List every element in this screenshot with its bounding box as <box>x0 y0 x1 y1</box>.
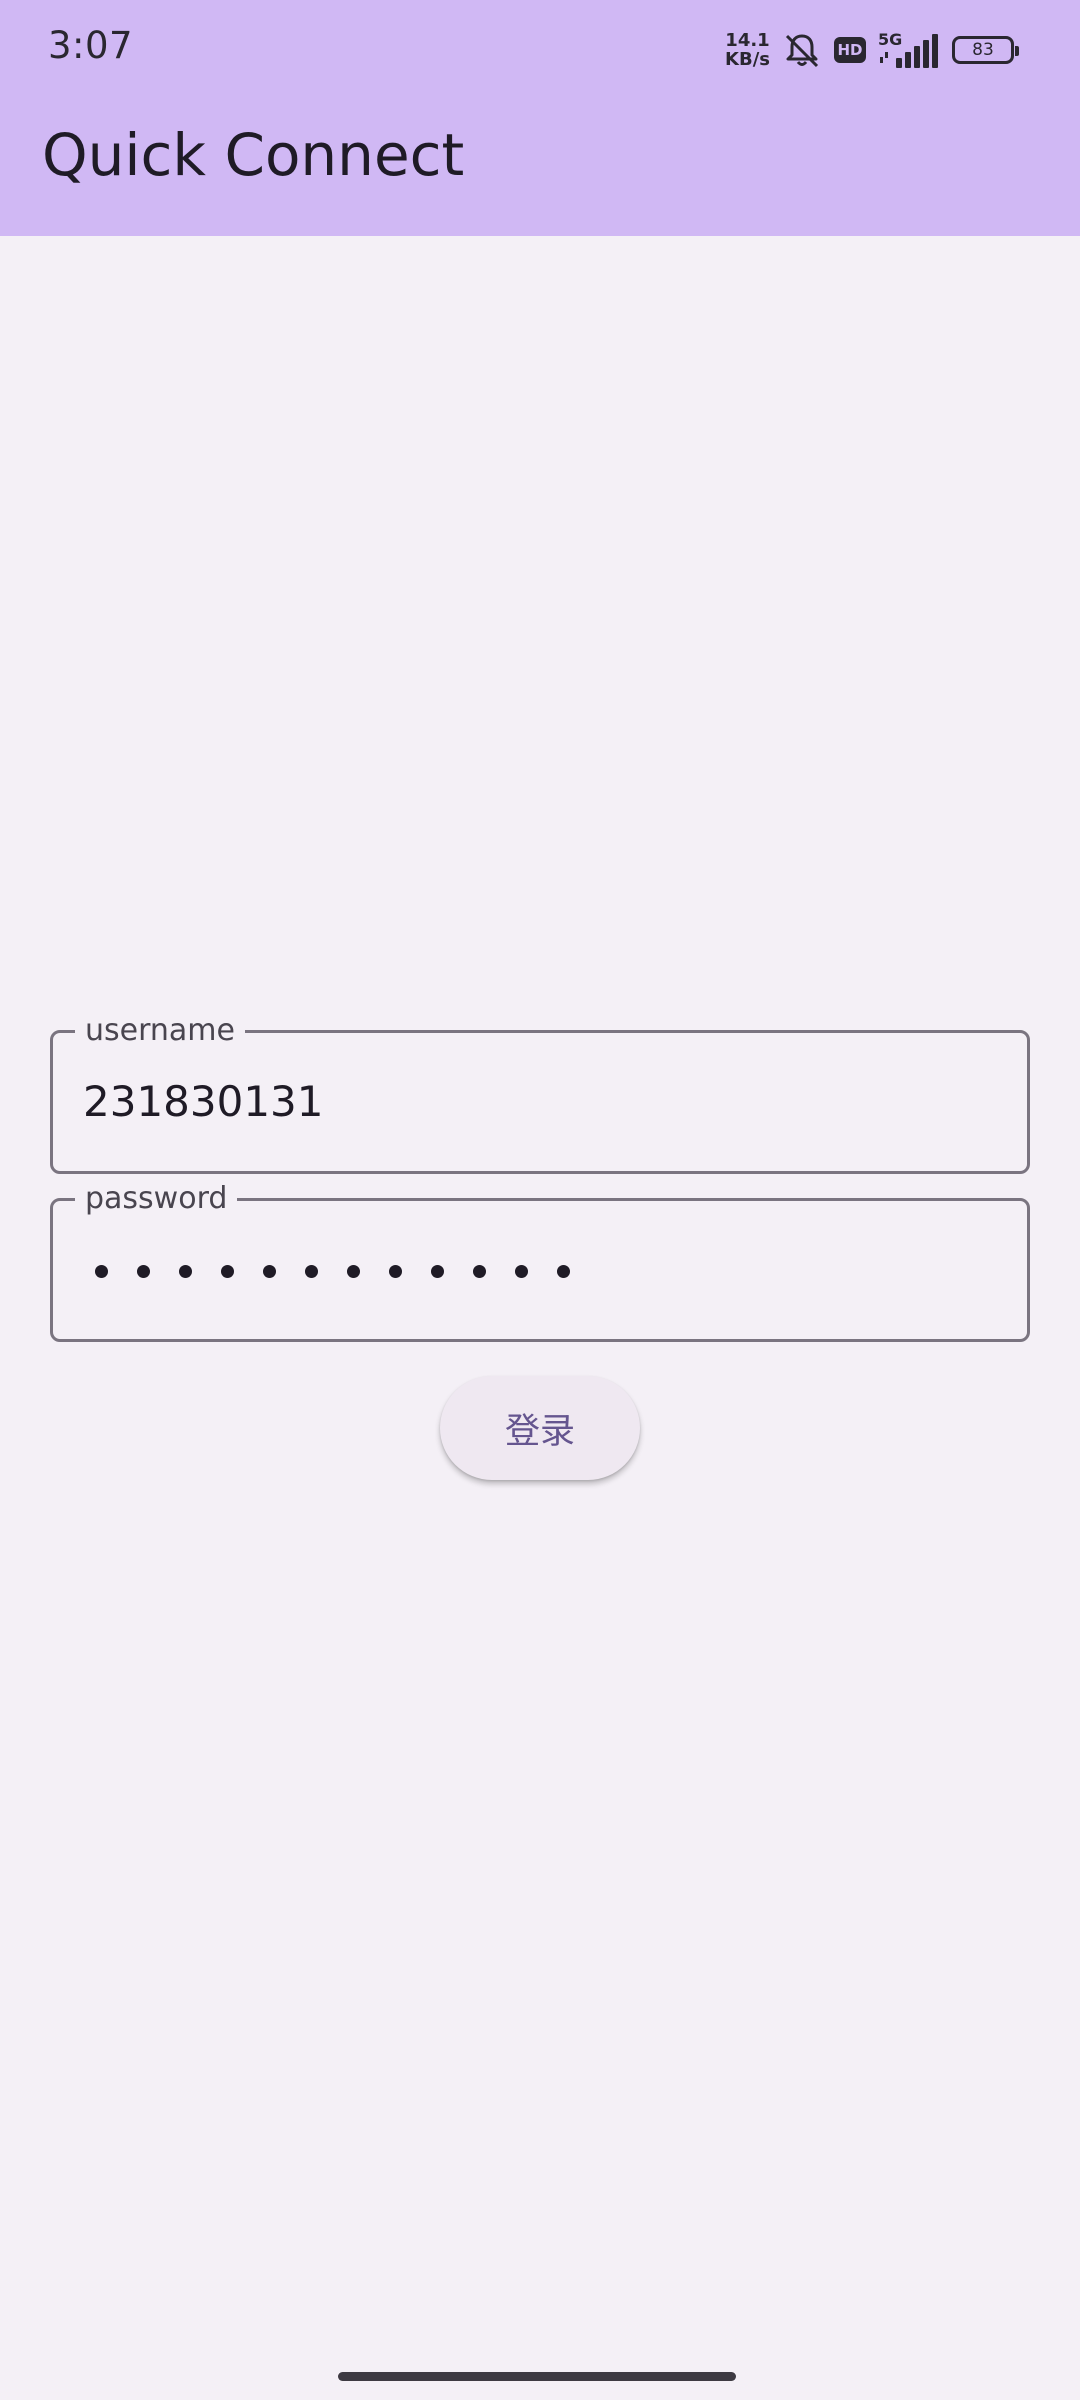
password-input[interactable] <box>95 1251 570 1291</box>
hd-voice-badge: HD <box>834 37 866 63</box>
home-indicator[interactable] <box>338 2372 736 2381</box>
status-time: 3:07 <box>48 24 134 67</box>
status-icons: 14.1 KB/s HD 5G 83 <box>725 28 1019 72</box>
bell-off-icon <box>782 30 822 70</box>
username-input[interactable] <box>83 1073 997 1129</box>
app-title: Quick Connect <box>42 121 465 189</box>
status-bar: 3:07 14.1 KB/s HD 5G 83 <box>0 0 1080 100</box>
password-dot <box>473 1264 486 1278</box>
password-dot <box>389 1264 402 1278</box>
password-dot <box>557 1264 570 1278</box>
network-speed: 14.1 KB/s <box>725 31 770 69</box>
password-dot <box>305 1264 318 1278</box>
signal-bars-icon <box>880 34 938 68</box>
cellular-signal: 5G <box>878 30 940 70</box>
password-dot <box>179 1264 192 1278</box>
password-field[interactable]: password <box>50 1181 1030 1342</box>
password-dot <box>347 1264 360 1278</box>
network-speed-value: 14.1 <box>725 30 770 51</box>
network-speed-unit: KB/s <box>725 49 770 70</box>
username-label: username <box>75 1013 245 1049</box>
password-dot <box>137 1264 150 1278</box>
username-field[interactable]: username <box>50 1013 1030 1174</box>
password-dot <box>263 1264 276 1278</box>
password-dot <box>431 1264 444 1278</box>
app-bar: 3:07 14.1 KB/s HD 5G 83 Quick Connect <box>0 0 1080 236</box>
password-dot <box>221 1264 234 1278</box>
password-dot <box>95 1264 108 1278</box>
battery-icon: 83 <box>952 36 1019 64</box>
login-button[interactable]: 登录 <box>440 1376 640 1480</box>
password-dot <box>515 1264 528 1278</box>
password-label: password <box>75 1181 238 1217</box>
